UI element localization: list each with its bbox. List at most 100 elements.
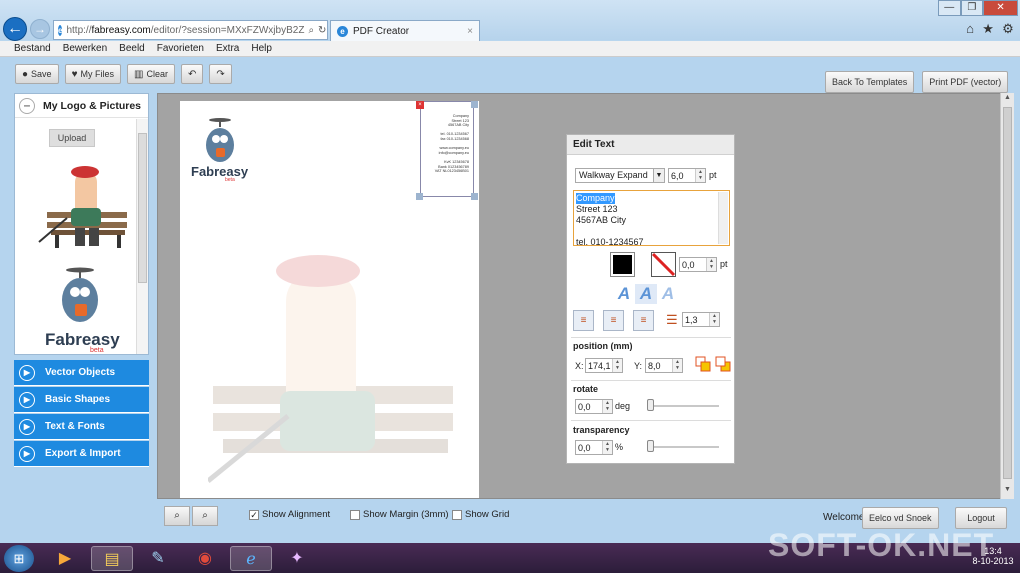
menu-help[interactable]: Help [245,41,278,56]
back-arrow-icon[interactable]: ← [3,17,27,41]
stroke-color-none-button[interactable] [651,252,676,277]
upload-button[interactable]: Upload [49,129,95,147]
stepper-arrows-icon[interactable]: ▲ ▼ [612,359,622,372]
logout-button[interactable]: Logout [955,507,1007,529]
resize-handle-tr[interactable] [471,101,478,108]
menu-beeld[interactable]: Beeld [113,41,151,56]
fabreasy-mascot-thumbnail[interactable] [55,266,105,326]
selected-address-text-block[interactable]: Company Street 123 4567AB City tel. 010-… [420,101,474,197]
stepper-arrows-icon[interactable]: ▲ ▼ [709,313,719,326]
scroll-up-arrow-icon[interactable]: ▲ [1001,94,1014,106]
dropdown-arrow-icon[interactable]: ▼ [653,169,664,182]
accordion-basic-shapes[interactable]: ▶ Basic Shapes [14,387,149,413]
show-alignment-checkbox[interactable]: ✓ Show Alignment [249,509,330,520]
delete-selection-icon[interactable]: × [416,101,424,109]
stroke-width-stepper[interactable]: 0,0 ▲ ▼ [679,257,717,272]
zoom-out-button[interactable]: ⌕ [192,506,218,526]
maximize-button[interactable]: ❐ [960,0,984,16]
checkbox-box[interactable] [350,509,360,520]
stepper-arrows-icon[interactable]: ▲ ▼ [602,400,612,413]
home-icon[interactable]: ⌂ [966,21,974,37]
transparency-stepper[interactable]: 0,0 ▲ ▼ [575,440,613,455]
checkbox-box[interactable]: ✓ [249,509,259,520]
taskbar-app-icon[interactable]: ✦ [276,546,318,571]
text-content-area[interactable]: Company Street 123 4567AB City tel. 010-… [573,190,730,246]
clock[interactable]: 13:4 8-10-2013 [972,546,1014,566]
text-style-normal-button[interactable]: A [635,284,657,304]
my-logo-header[interactable]: – My Logo & Pictures [15,94,148,118]
forward-arrow-icon[interactable]: → [30,19,50,39]
clear-button[interactable]: ▥ Clear [127,64,175,84]
scroll-down-arrow-icon[interactable]: ▼ [1001,486,1014,498]
favorites-star-icon[interactable]: ★ [982,21,994,37]
rotate-slider-track[interactable] [647,405,719,407]
save-button[interactable]: ● Save [15,64,59,84]
search-icon[interactable]: ⌕ [308,25,314,36]
menu-bewerken[interactable]: Bewerken [57,41,113,56]
fill-color-button[interactable] [610,252,635,277]
left-panel-scrollbar[interactable] [136,119,148,354]
bench-man-thumbnail[interactable] [37,164,129,248]
menu-bestand[interactable]: Bestand [8,41,57,56]
accordion-vector-objects[interactable]: ▶ Vector Objects [14,360,149,386]
taskbar-chrome-icon[interactable]: ◉ [184,546,226,571]
redo-button[interactable]: ↷ [209,64,232,84]
stepper-arrows-icon[interactable]: ▲ ▼ [695,169,705,182]
resize-handle-bl[interactable] [416,193,423,200]
workspace-scroll-thumb[interactable] [1003,107,1012,479]
start-button[interactable]: ⊞ [4,545,34,572]
transparency-slider-knob[interactable] [647,440,654,452]
y-position-stepper[interactable]: 8,0 ▲ ▼ [645,358,683,373]
menu-favorieten[interactable]: Favorieten [151,41,210,56]
close-window-button[interactable]: ✕ [983,0,1019,16]
font-size-stepper[interactable]: 6,0 ▲ ▼ [668,168,706,183]
taskbar-explorer-icon[interactable]: ▤ [91,546,133,571]
align-right-icon[interactable]: ≡ [633,310,654,331]
taskbar-paint-icon[interactable]: ✎ [137,546,179,571]
x-position-stepper[interactable]: 174,1 ▲ ▼ [585,358,623,373]
collapse-icon[interactable]: – [19,97,35,114]
accordion-text-fonts[interactable]: ▶ Text & Fonts [14,414,149,440]
workspace-scrollbar[interactable]: ▲ ▼ [1000,93,1014,499]
zoom-in-button[interactable]: ⌕ [164,506,190,526]
transparency-slider-track[interactable] [647,446,719,448]
transparency-unit: % [615,442,624,452]
accordion-export-import[interactable]: ▶ Export & Import [14,441,149,467]
text-style-outline-button[interactable]: A [613,284,635,304]
send-backward-icon[interactable] [715,356,731,372]
settings-gear-icon[interactable]: ⚙ [1002,21,1014,37]
stepper-arrows-icon[interactable]: ▲ ▼ [706,258,716,271]
user-button[interactable]: Eelco vd Snoek [862,507,939,529]
text-style-shadow-button[interactable]: A [657,284,679,304]
left-panel-scroll-thumb[interactable] [138,133,147,283]
faded-bench-man-image[interactable] [208,251,458,497]
resize-handle-br[interactable] [471,193,478,200]
bring-forward-icon[interactable] [695,356,711,372]
taskbar-ie-icon[interactable]: ℯ [230,546,272,571]
tab-pdf-creator[interactable]: e PDF Creator × [330,20,480,41]
font-select[interactable]: Walkway Expand ▼ [575,168,665,183]
menu-extra[interactable]: Extra [210,41,245,56]
back-to-templates-button[interactable]: Back To Templates [825,71,915,93]
checkbox-box[interactable] [452,509,462,520]
undo-button[interactable]: ↶ [180,64,204,84]
line-spacing-stepper[interactable]: 1,3 ▲ ▼ [682,312,720,327]
rotate-slider-knob[interactable] [647,399,654,411]
taskbar-media-player-icon[interactable]: ▶ [44,546,86,571]
stepper-arrows-icon[interactable]: ▲ ▼ [602,441,612,454]
address-bar[interactable]: e http://fabreasy.com/editor/?session=MX… [53,20,328,40]
show-margin-checkbox[interactable]: Show Margin (3mm) [350,509,449,520]
align-left-icon[interactable]: ≡ [573,310,594,331]
my-files-button[interactable]: ♥ My Files [64,64,121,84]
rotate-stepper[interactable]: 0,0 ▲ ▼ [575,399,613,414]
align-center-icon[interactable]: ≡ [603,310,624,331]
edit-text-title[interactable]: Edit Text [567,135,734,155]
print-pdf-button[interactable]: Print PDF (vector) [922,71,1009,93]
tab-close-icon[interactable]: × [467,26,473,37]
show-grid-checkbox[interactable]: Show Grid [452,509,509,520]
stepper-arrows-icon[interactable]: ▲ ▼ [672,359,682,372]
refresh-icon[interactable]: ↻ [318,25,326,36]
textarea-scrollbar[interactable] [718,192,728,244]
minimize-button[interactable]: — [938,0,961,16]
page-mascot-logo[interactable] [200,117,240,165]
